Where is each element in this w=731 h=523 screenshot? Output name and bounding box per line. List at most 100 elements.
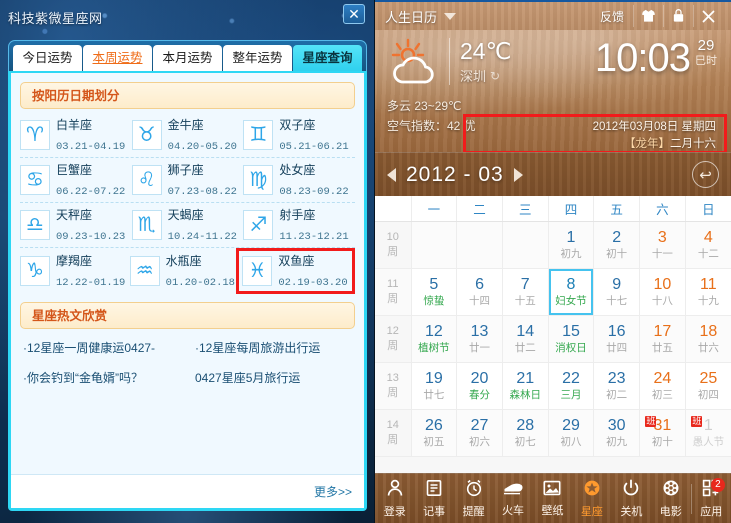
more-link[interactable]: 更多>>	[314, 483, 352, 500]
zodiac-sign-8[interactable]: ♏ 天蝎座 10.24-11.22	[131, 205, 244, 245]
day-number: 26	[424, 417, 443, 434]
calendar-day-cell[interactable]: 18 廿六	[685, 315, 731, 363]
calendar-empty-cell	[411, 221, 458, 269]
tab-year-fortune[interactable]: 整年运势	[223, 45, 292, 72]
zodiac-sign-dates: 03.21-04.19	[56, 141, 126, 153]
calendar-day-cell[interactable]: 14 廿二	[502, 315, 549, 363]
calendar-day-cell[interactable]: 20 春分	[456, 362, 503, 410]
calendar-day-cell[interactable]: 5 惊蛰	[411, 268, 458, 316]
calendar-day-cell[interactable]: 班 31 初十	[639, 409, 686, 457]
weekday-header-1: 一	[411, 196, 458, 222]
user-icon	[386, 479, 404, 501]
zodiac-sign-1[interactable]: ♈ 白羊座 03.21-04.19	[20, 115, 132, 155]
feedback-button[interactable]: 反馈	[591, 8, 633, 25]
dock-item-电影[interactable]: 电影	[651, 474, 690, 523]
close-icon[interactable]	[693, 5, 723, 27]
calendar-day-cell[interactable]: 27 初六	[456, 409, 503, 457]
day-number: 23	[607, 370, 626, 387]
hot-link-marriage[interactable]: ·你会钓到“金龟婿”吗？	[23, 369, 195, 386]
zodiac-sign-6[interactable]: ♍ 处女座 08.23-09.22	[243, 160, 355, 200]
go-to-today-icon[interactable]: ↩	[692, 161, 719, 188]
close-icon[interactable]: ✕	[343, 4, 365, 24]
calendar-day-cell[interactable]: 16 廿四	[593, 315, 641, 363]
calendar-day-cell[interactable]: 4 十二	[685, 221, 731, 269]
zodiac-sign-10[interactable]: ♑ 摩羯座 12.22-01.19	[20, 251, 130, 291]
calendar-day-cell[interactable]: 11 十九	[685, 268, 731, 316]
zodiac-sign-2[interactable]: ♉ 金牛座 04.20-05.20	[131, 115, 244, 155]
dock-label: 关机	[620, 505, 643, 518]
day-number: 19	[424, 370, 443, 387]
zodiac-sign-dates: 12.22-01.19	[56, 276, 126, 289]
dock-item-登录[interactable]: 登录	[375, 474, 414, 523]
calendar-body: 10 周 1 初九 2 初十 3 十一 4 十二 11 周 5 惊蛰 6 十四 7 十五 8 妇女节 9 十七 10 十八 11…	[375, 221, 731, 457]
calendar-day-cell[interactable]: 1 初九	[548, 221, 595, 269]
zodiac-sign-4[interactable]: ♋ 巨蟹座 06.22-07.22	[20, 160, 132, 200]
calendar-day-cell[interactable]: 28 初七	[502, 409, 549, 457]
hot-link-travel[interactable]: ·12星座每周旅游出行运	[195, 339, 320, 356]
zodiac-sign-7[interactable]: ♎ 天秤座 09.23-10.23	[20, 205, 132, 245]
calendar-day-cell[interactable]: 25 初四	[685, 362, 731, 410]
calendar-week-row: 12 周 12 植树节 13 廿一 14 廿二 15 消权日 16 廿四 17 廿五 18 廿六	[375, 315, 731, 363]
calendar-day-cell[interactable]: 3 十一	[639, 221, 686, 269]
zodiac-sign-dates: 10.24-11.22	[167, 231, 237, 243]
refresh-icon[interactable]: ↻	[490, 69, 500, 83]
calendar-day-cell[interactable]: 19 廿七	[411, 362, 458, 410]
calendar-day-cell[interactable]: 22 三月	[548, 362, 595, 410]
calendar-day-cell[interactable]: 8 妇女节	[548, 268, 595, 316]
dock-item-记事[interactable]: 记事	[414, 474, 453, 523]
calendar-day-cell[interactable]: 24 初三	[639, 362, 686, 410]
zodiac-sign-name: 双鱼座	[278, 253, 315, 268]
calendar-day-cell[interactable]: 21 森林日	[502, 362, 549, 410]
calendar-day-cell[interactable]: 12 植树节	[411, 315, 458, 363]
tab-zodiac-lookup[interactable]: 星座查询	[293, 45, 362, 72]
prev-month-button[interactable]	[387, 167, 396, 182]
dock-item-火车[interactable]: 火车	[493, 474, 532, 523]
tab-today-fortune[interactable]: 今日运势	[13, 45, 82, 72]
dock-item-应用[interactable]: 应用 2	[692, 474, 731, 523]
week-number: 14 周	[375, 409, 412, 457]
zodiac-sign-text: 天秤座 09.23-10.23	[56, 205, 125, 245]
dock-item-壁纸[interactable]: 壁纸	[533, 474, 572, 523]
clock-shichen: 巳时	[695, 55, 717, 67]
calendar-day-cell[interactable]: 2 初十	[593, 221, 641, 269]
zodiac-sign-3[interactable]: ♊ 双子座 05.21-06.21	[243, 115, 355, 155]
calendar-day-cell[interactable]: 6 十四	[456, 268, 503, 316]
zodiac-sign-12[interactable]: ♓ 双鱼座 02.19-03.20	[236, 247, 356, 294]
zodiac-sign-5[interactable]: ♌ 狮子座 07.23-08.22	[131, 160, 244, 200]
zodiac-sign-9[interactable]: ♐ 射手座 11.23-12.21	[243, 205, 355, 245]
week-col-header	[375, 196, 412, 222]
calendar-day-cell[interactable]: 15 消权日	[548, 315, 595, 363]
calendar-day-cell[interactable]: 10 十八	[639, 268, 686, 316]
next-month-button[interactable]	[513, 167, 523, 182]
dock-item-星座[interactable]: 星座	[572, 474, 611, 523]
calendar-day-cell[interactable]: 23 初二	[593, 362, 641, 410]
skin-icon[interactable]	[633, 5, 663, 27]
zodiac-sign-dates: 07.23-08.22	[167, 186, 237, 198]
calendar-day-cell[interactable]: 26 初五	[411, 409, 458, 457]
zodiac-sign-name: 白羊座	[56, 118, 93, 132]
calendar-day-cell[interactable]: 30 初九	[593, 409, 641, 457]
minimize-icon[interactable]	[663, 5, 693, 27]
calendar-day-cell[interactable]: 17 廿五	[639, 315, 686, 363]
tab-month-fortune[interactable]: 本月运势	[153, 45, 222, 72]
hot-link-health[interactable]: ·12星座一周健康运0427-	[23, 339, 195, 356]
dock-item-提醒[interactable]: 提醒	[454, 474, 493, 523]
day-sublabel: 十九	[697, 295, 719, 307]
date-highlight-box: 2012年03月08日 星期四 【龙年】二月十六	[463, 114, 727, 154]
zodiac-sign-11[interactable]: ♒ 水瓶座 01.20-02.18	[129, 251, 240, 291]
calendar-day-cell[interactable]: 29 初八	[548, 409, 595, 457]
calendar-day-cell[interactable]: 班 1 愚人节	[685, 409, 731, 457]
calendar-day-cell[interactable]: 7 十五	[502, 268, 549, 316]
chevron-down-icon[interactable]	[444, 12, 457, 20]
day-number: 22	[562, 370, 580, 387]
zodiac-sign-name: 巨蟹座	[56, 163, 93, 177]
dock-label: 壁纸	[541, 504, 564, 517]
dock-label: 应用	[700, 505, 723, 518]
day-number: 21	[516, 370, 535, 387]
tab-week-fortune[interactable]: 本周运势	[83, 45, 152, 72]
dock-item-关机[interactable]: 关机	[612, 474, 651, 523]
calendar-day-cell[interactable]: 13 廿一	[456, 315, 503, 363]
calendar-day-cell[interactable]: 9 十七	[593, 268, 641, 316]
hot-link-may-travel[interactable]: 0427星座5月旅行运	[195, 369, 300, 386]
week-number: 12 周	[375, 315, 412, 363]
